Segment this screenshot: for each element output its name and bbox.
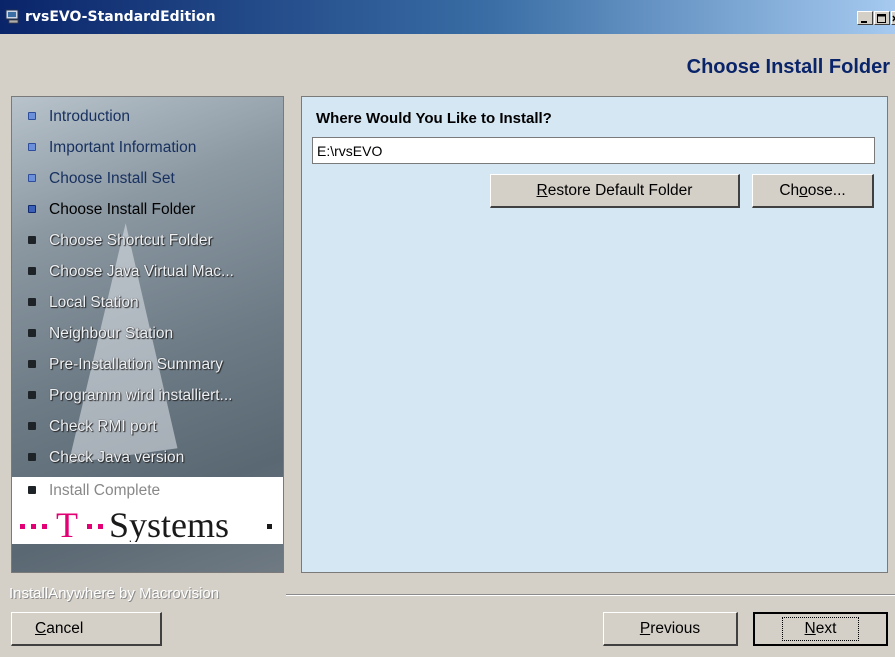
step-label: Install Complete xyxy=(49,482,161,499)
step-label: Neighbour Station xyxy=(49,325,174,342)
step-choose-install-set: Choose Install Set xyxy=(12,165,283,193)
choose-label-start: Ch xyxy=(779,181,800,199)
install-location-prompt: Where Would You Like to Install? xyxy=(316,110,552,127)
step-label: Pre-Installation Summary xyxy=(49,356,224,373)
footer-divider xyxy=(286,594,895,596)
step-check-java-version: Check Java version xyxy=(12,444,283,472)
step-bullet-icon xyxy=(28,486,36,494)
maximize-button[interactable] xyxy=(874,11,890,25)
step-important-information: Important Information xyxy=(12,134,283,162)
title-bar[interactable]: rvsEVO-StandardEdition xyxy=(0,0,895,34)
steps-sidebar: Introduction Important Information Choos… xyxy=(11,96,284,573)
main-panel: Where Would You Like to Install? Restore… xyxy=(301,96,888,573)
next-mnemonic: N xyxy=(804,620,816,637)
step-label: Choose Install Folder xyxy=(49,201,196,218)
step-bullet-icon xyxy=(28,112,36,120)
step-label: Choose Shortcut Folder xyxy=(49,232,213,249)
step-label: Programm wird installiert... xyxy=(49,387,233,404)
next-focus-ring: Next xyxy=(781,617,860,641)
step-bullet-icon xyxy=(28,453,36,461)
step-choose-java-vm: Choose Java Virtual Mac... xyxy=(12,258,283,286)
next-label: ext xyxy=(815,620,837,637)
cancel-button[interactable]: Cancel xyxy=(11,612,162,646)
cancel-mnemonic: C xyxy=(35,619,47,637)
restore-default-folder-button[interactable]: Restore Default Folder xyxy=(490,174,740,208)
step-label: Check RMI port xyxy=(49,418,157,435)
step-local-station: Local Station xyxy=(12,289,283,317)
step-label: Local Station xyxy=(49,294,139,311)
page-title: Choose Install Folder xyxy=(686,56,890,78)
step-label: Choose Java Virtual Mac... xyxy=(49,263,234,280)
step-bullet-icon xyxy=(28,360,36,368)
step-label: Introduction xyxy=(49,108,130,125)
restore-label: estore Default Folder xyxy=(547,181,693,199)
maximize-icon xyxy=(877,14,886,23)
step-bullet-icon xyxy=(28,298,36,306)
step-label: Choose Install Set xyxy=(49,170,175,187)
step-choose-shortcut-folder: Choose Shortcut Folder xyxy=(12,227,283,255)
step-programm-wird-installiert: Programm wird installiert... xyxy=(12,382,283,410)
step-neighbour-station: Neighbour Station xyxy=(12,320,283,348)
minimize-button[interactable] xyxy=(857,11,873,25)
step-choose-install-folder: Choose Install Folder xyxy=(12,196,283,224)
choose-label-end: ose... xyxy=(807,181,846,199)
svg-text:Systems: Systems xyxy=(109,505,229,542)
step-bullet-icon xyxy=(28,267,36,275)
step-label: Check Java version xyxy=(49,449,185,466)
previous-label: revious xyxy=(650,619,701,637)
previous-mnemonic: P xyxy=(639,619,651,637)
step-bullet-icon xyxy=(28,329,36,337)
step-pre-installation-summary: Pre-Installation Summary xyxy=(12,351,283,379)
step-bullet-icon xyxy=(28,391,36,399)
restore-mnemonic: R xyxy=(536,181,548,199)
step-bullet-icon xyxy=(28,143,36,151)
step-label: Important Information xyxy=(49,139,197,156)
step-introduction: Introduction xyxy=(12,103,283,131)
step-bullet-icon xyxy=(28,422,36,430)
vendor-label: InstallAnywhere by Macrovision xyxy=(9,585,220,602)
step-bullet-icon xyxy=(28,174,36,182)
previous-button[interactable]: Previous xyxy=(603,612,738,646)
step-check-rmi-port: Check RMI port xyxy=(12,413,283,441)
choose-mnemonic: o xyxy=(799,181,808,199)
next-button[interactable]: Next xyxy=(753,612,888,646)
choose-folder-button[interactable]: Ch o ose... xyxy=(752,174,874,208)
install-folder-field[interactable] xyxy=(312,137,875,164)
close-button[interactable] xyxy=(891,11,895,25)
window-title: rvsEVO-StandardEdition xyxy=(25,9,216,25)
cancel-label: ancel xyxy=(46,619,84,637)
step-bullet-icon xyxy=(28,205,36,213)
installer-app-icon xyxy=(5,9,19,24)
t-systems-logo: T Systems xyxy=(20,505,272,542)
step-install-complete: Install Complete xyxy=(12,477,283,505)
step-bullet-icon xyxy=(28,236,36,244)
svg-text:T: T xyxy=(56,505,78,542)
minimize-icon xyxy=(861,21,867,23)
